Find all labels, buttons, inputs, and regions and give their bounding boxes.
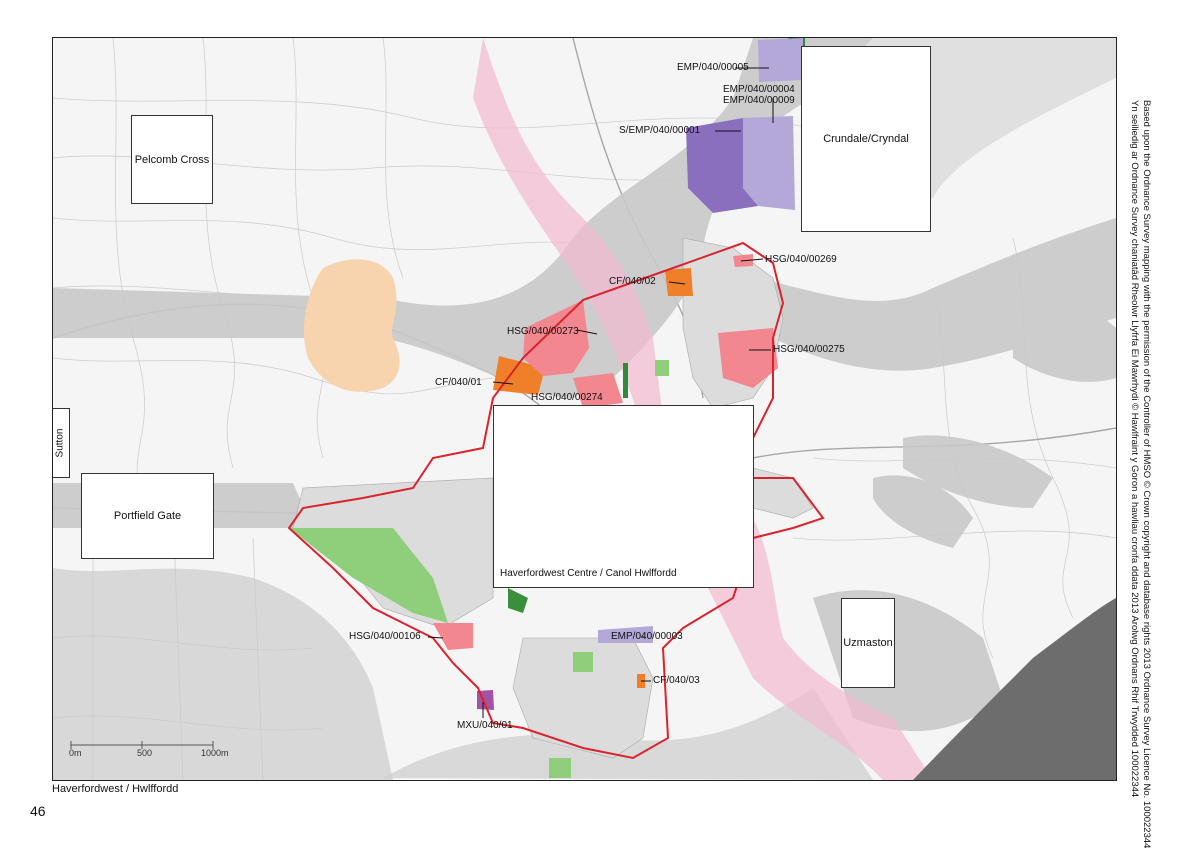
site-label-cf-03: CF/040/03: [653, 675, 700, 686]
scale-bar: 0m 500 1000m: [67, 741, 237, 761]
scale-label-0: 0m: [69, 748, 82, 758]
site-label-emp-00003: EMP/040/00003: [611, 631, 683, 642]
site-label-emp-00009: EMP/040/00009: [723, 95, 795, 106]
sutton-label: Sutton: [54, 428, 66, 458]
inset-pelcomb-cross: Pelcomb Cross: [131, 115, 213, 204]
inset-uzmaston: Uzmaston: [841, 598, 895, 688]
site-label-mxu-01: MXU/040/01: [457, 720, 513, 731]
site-label-emp-00005: EMP/040/00005: [677, 62, 749, 73]
site-label-hsg-00273: HSG/040/00273: [507, 326, 579, 337]
map-frame: Pelcomb Cross Crundale/Cryndal Sutton Po…: [52, 37, 1117, 781]
inset-crundale: Crundale/Cryndal: [801, 46, 931, 232]
scale-label-1000: 1000m: [201, 748, 229, 758]
site-label-s-emp-00001: S/EMP/040/00001: [619, 125, 701, 136]
centre-label: Haverfordwest Centre / Canol Hwlffordd: [500, 568, 677, 579]
site-label-hsg-00106: HSG/040/00106: [349, 631, 421, 642]
copyright-line-cy: Yn seiliedig ar Ordnance Survey chaniatâ…: [1129, 100, 1140, 798]
map-caption: Haverfordwest / Hwlffordd: [52, 783, 179, 795]
sensitive-area: [303, 259, 400, 392]
inset-sutton: Sutton: [53, 408, 70, 478]
site-label-cf-01: CF/040/01: [435, 377, 482, 388]
copyright-line-en: Based upon the Ordnance Survey mapping w…: [1141, 100, 1152, 848]
inset-portfield-gate: Portfield Gate: [81, 473, 214, 559]
copyright-notice: Based upon the Ordnance Survey mapping w…: [1128, 100, 1162, 848]
inset-haverfordwest-centre: Haverfordwest Centre / Canol Hwlffordd: [493, 405, 754, 588]
site-label-cf-02: CF/040/02: [609, 276, 656, 287]
site-label-hsg-00275: HSG/040/00275: [773, 344, 845, 355]
scale-label-500: 500: [137, 748, 153, 758]
site-label-hsg-00274: HSG/040/00274: [531, 392, 603, 403]
page-number: 46: [30, 803, 46, 819]
site-label-hsg-00269: HSG/040/00269: [765, 254, 837, 265]
